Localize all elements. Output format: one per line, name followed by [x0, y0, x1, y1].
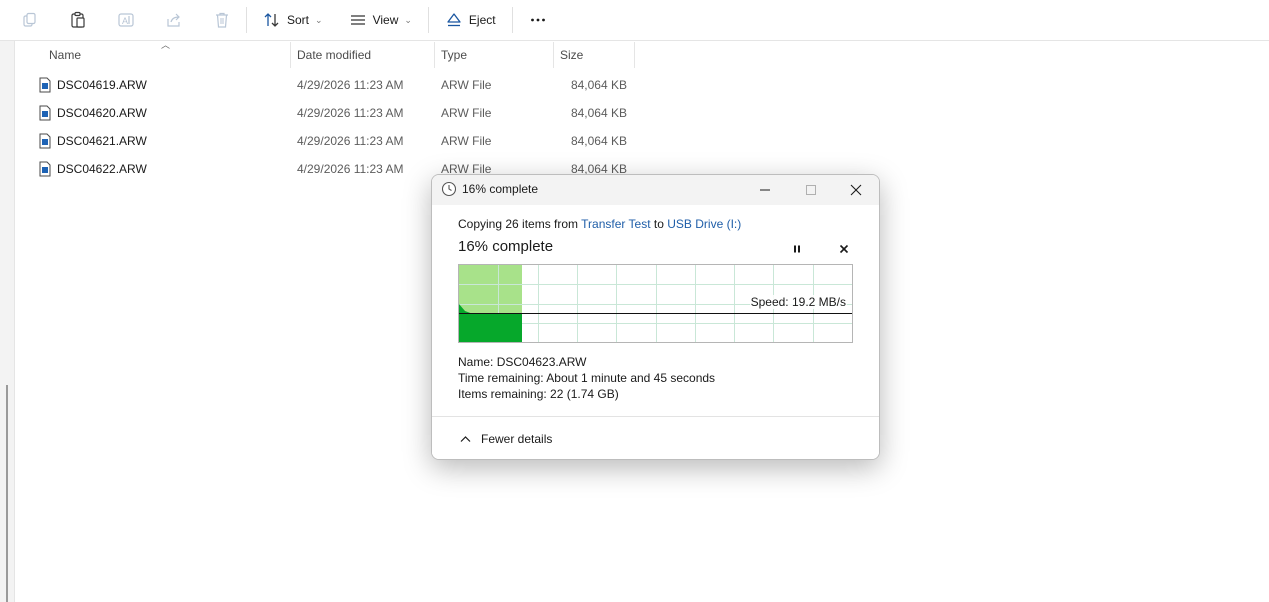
- to-word: to: [653, 217, 664, 231]
- rename-button[interactable]: A: [108, 4, 144, 36]
- rename-icon: A: [118, 13, 134, 27]
- file-date: 4/29/2026 11:23 AM: [297, 134, 404, 148]
- file-date: 4/29/2026 11:23 AM: [297, 78, 404, 92]
- copy-progress-dialog: 16% complete Copying 26 items from Trans…: [431, 174, 880, 460]
- time-value: About 1 minute and 45 seconds: [546, 371, 716, 385]
- file-size: 84,064 KB: [570, 106, 627, 120]
- file-icon: [39, 161, 51, 177]
- paste-button[interactable]: [60, 4, 96, 36]
- items-label: Items remaining:: [458, 387, 547, 401]
- fewer-details-label: Fewer details: [481, 432, 553, 446]
- sort-label: Sort: [287, 13, 310, 27]
- file-icon: [39, 77, 51, 93]
- maximize-button: [788, 175, 834, 205]
- file-icon: [39, 133, 51, 149]
- pause-icon: [794, 245, 800, 253]
- sort-icon: [264, 13, 279, 27]
- chevron-up-icon: [460, 436, 471, 442]
- more-options-button[interactable]: [519, 4, 557, 36]
- transfer-speed-graph: Speed: 19.2 MB/s: [458, 264, 853, 343]
- copy-icon: [23, 12, 36, 27]
- share-button[interactable]: [156, 4, 192, 36]
- share-icon: [167, 13, 180, 27]
- speed-readout: Speed: 19.2 MB/s: [749, 295, 847, 309]
- toolbar-separator: [511, 7, 513, 33]
- file-date: 4/29/2026 11:23 AM: [297, 162, 404, 176]
- toolbar-separator: [246, 7, 247, 33]
- more-icon: [530, 18, 545, 22]
- dialog-title: 16% complete: [462, 182, 539, 196]
- column-header-size[interactable]: Size: [554, 42, 634, 68]
- column-header-name[interactable]: Name: [43, 42, 289, 68]
- clock-icon: [441, 181, 457, 197]
- eject-label: Eject: [468, 13, 496, 27]
- dialog-footer: Fewer details: [432, 416, 879, 459]
- percent-complete: 16% complete: [458, 238, 554, 255]
- eject-button[interactable]: Eject: [435, 4, 506, 36]
- file-type: ARW File: [441, 134, 492, 148]
- source-link[interactable]: Transfer Test: [581, 217, 650, 231]
- dialog-title-bar[interactable]: 16% complete: [432, 175, 879, 205]
- column-header-row: ︿ Name Date modified Type Size: [15, 40, 635, 68]
- items-remaining-line: Items remaining: 22 (1.74 GB): [458, 387, 619, 401]
- view-icon: [350, 15, 365, 25]
- file-name: DSC04621.ARW: [57, 134, 147, 148]
- close-icon: [850, 184, 862, 196]
- pause-button[interactable]: [786, 238, 808, 260]
- command-bar: A Sort ⌄ View ⌄ Eject: [0, 0, 1269, 41]
- file-size: 84,064 KB: [570, 134, 627, 148]
- cancel-copy-button[interactable]: [833, 238, 855, 260]
- copy-button[interactable]: [12, 4, 48, 36]
- file-size: 84,064 KB: [570, 78, 627, 92]
- file-date: 4/29/2026 11:23 AM: [297, 106, 404, 120]
- view-label: View: [372, 13, 399, 27]
- delete-button[interactable]: [204, 4, 240, 36]
- minimize-icon: [760, 189, 770, 191]
- pane-splitter[interactable]: [6, 385, 8, 602]
- file-name: DSC04620.ARW: [57, 106, 147, 120]
- dialog-body: Copying 26 items from Transfer Test to U…: [432, 205, 879, 416]
- file-type: ARW File: [441, 106, 492, 120]
- chevron-down-icon: ⌄: [404, 14, 412, 25]
- chevron-down-icon: ⌄: [315, 14, 323, 25]
- column-divider[interactable]: [634, 42, 635, 68]
- maximize-icon: [806, 185, 816, 195]
- toolbar-separator: [427, 7, 429, 33]
- file-row[interactable]: DSC04619.ARW 4/29/2026 11:23 AM ARW File…: [15, 71, 635, 99]
- delete-icon: [216, 12, 228, 28]
- close-button[interactable]: [833, 175, 879, 205]
- view-button[interactable]: View ⌄: [339, 4, 422, 36]
- destination-link[interactable]: USB Drive (I:): [667, 217, 741, 231]
- sort-button[interactable]: Sort ⌄: [253, 4, 333, 36]
- file-name: DSC04619.ARW: [57, 78, 147, 92]
- file-row[interactable]: DSC04621.ARW 4/29/2026 11:23 AM ARW File…: [15, 127, 635, 155]
- file-name: DSC04622.ARW: [57, 162, 147, 176]
- column-header-date[interactable]: Date modified: [291, 42, 434, 68]
- fewer-details-button[interactable]: Fewer details: [460, 417, 553, 459]
- column-header-type[interactable]: Type: [435, 42, 553, 68]
- file-icon: [39, 105, 51, 121]
- items-value: 22 (1.74 GB): [550, 387, 619, 401]
- name-value: DSC04623.ARW: [496, 355, 587, 369]
- copy-summary: Copying 26 items from Transfer Test to U…: [458, 217, 741, 231]
- minimize-button[interactable]: [742, 175, 788, 205]
- file-row[interactable]: DSC04620.ARW 4/29/2026 11:23 AM ARW File…: [15, 99, 635, 127]
- paste-icon: [71, 11, 85, 28]
- time-remaining-line: Time remaining: About 1 minute and 45 se…: [458, 371, 715, 385]
- eject-icon: [447, 13, 461, 27]
- time-label: Time remaining:: [458, 371, 544, 385]
- name-label: Name:: [458, 355, 494, 369]
- name-line: Name: DSC04623.ARW: [458, 355, 587, 369]
- svg-text:A: A: [122, 16, 128, 26]
- file-type: ARW File: [441, 78, 492, 92]
- close-icon: [839, 244, 849, 254]
- copy-prefix: Copying 26 items from: [458, 217, 579, 231]
